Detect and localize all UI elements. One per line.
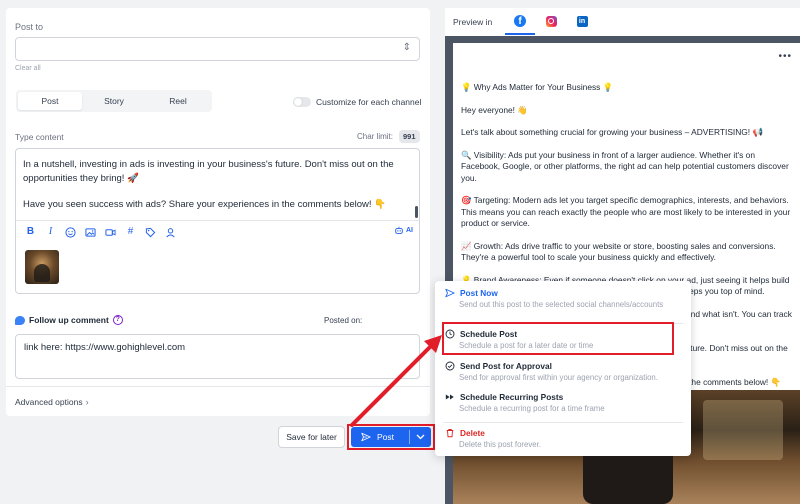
bold-icon[interactable]: B bbox=[25, 227, 36, 238]
editor-paragraph: Have you seen success with ads? Share yo… bbox=[23, 199, 386, 210]
menu-title: Delete bbox=[460, 428, 485, 438]
clear-all-link[interactable]: Clear all bbox=[15, 65, 41, 72]
menu-description: Send out this post to the selected socia… bbox=[459, 300, 664, 309]
customize-toggle[interactable] bbox=[293, 97, 311, 107]
chevron-right-icon: › bbox=[85, 397, 89, 407]
image-icon[interactable] bbox=[85, 227, 96, 238]
preview-paragraph: Let's talk about something crucial for g… bbox=[461, 127, 763, 137]
advanced-options-label: Advanced options bbox=[15, 397, 83, 407]
post-to-select[interactable]: ⇕ bbox=[15, 37, 420, 61]
italic-icon[interactable]: I bbox=[45, 227, 56, 238]
menu-description: Delete this post forever. bbox=[459, 440, 541, 449]
hashtag-icon[interactable]: # bbox=[125, 227, 136, 238]
preview-header: Preview in f in bbox=[445, 8, 800, 36]
chevron-down-icon[interactable] bbox=[410, 434, 431, 440]
follow-up-label: Follow up comment bbox=[29, 315, 109, 325]
post-type-tabs: Post Story Reel bbox=[16, 90, 212, 112]
editor-toolbar: B I # bbox=[25, 225, 176, 239]
type-content-label: Type content bbox=[15, 132, 64, 142]
active-tab-underline bbox=[505, 33, 535, 35]
char-limit-label: Char limit: bbox=[357, 132, 394, 141]
preview-in-label: Preview in bbox=[453, 17, 493, 27]
preview-tab-instagram[interactable] bbox=[543, 13, 559, 29]
editor-scrollbar[interactable] bbox=[415, 206, 418, 218]
preview-paragraph: 🔍 Visibility: Ads put your business in f… bbox=[461, 149, 789, 183]
image-window bbox=[703, 400, 783, 460]
advanced-options-toggle[interactable]: Advanced options › bbox=[15, 397, 89, 407]
tab-post[interactable]: Post bbox=[18, 92, 82, 110]
compose-panel: Post to ⇕ Clear all Post Story Reel Cust… bbox=[6, 8, 430, 416]
customize-label: Customize for each channel bbox=[316, 97, 422, 107]
video-icon[interactable] bbox=[105, 227, 116, 238]
save-for-later-button[interactable]: Save for later bbox=[278, 426, 345, 448]
editor-divider bbox=[16, 220, 419, 221]
toggle-knob bbox=[294, 98, 302, 106]
post-main-button[interactable]: Post bbox=[351, 427, 409, 447]
comment-text: link here: https://www.gohighlevel.com bbox=[24, 342, 186, 353]
preview-paragraph: 🎯 Targeting: Modern ads let you target s… bbox=[461, 195, 791, 228]
menu-item-delete[interactable]: Delete Delete this post forever. bbox=[445, 428, 670, 450]
follow-up-comment-input[interactable]: link here: https://www.gohighlevel.com bbox=[15, 334, 420, 379]
menu-title: Send Post for Approval bbox=[460, 361, 552, 371]
menu-item-post-now[interactable]: Post Now Send out this post to the selec… bbox=[445, 288, 670, 310]
more-options-icon[interactable]: ••• bbox=[778, 52, 792, 62]
menu-item-send-for-approval[interactable]: Send Post for Approval Send for approval… bbox=[445, 361, 670, 383]
preview-paragraph: 💡 Why Ads Matter for Your Business 💡 bbox=[461, 82, 614, 92]
posted-on-label: Posted on: bbox=[324, 316, 363, 325]
ai-label: AI bbox=[406, 227, 413, 234]
facebook-icon: f bbox=[514, 15, 526, 27]
content-editor[interactable]: In a nutshell, investing in ads is inves… bbox=[15, 148, 420, 294]
preview-tab-facebook[interactable]: f bbox=[512, 13, 528, 29]
ai-assist-button[interactable]: AI bbox=[394, 226, 413, 235]
follow-up-comment-header: Follow up comment ? bbox=[15, 315, 123, 325]
send-icon bbox=[445, 288, 455, 298]
menu-description: Schedule a recurring post for a time fra… bbox=[459, 404, 605, 413]
tag-icon[interactable] bbox=[145, 227, 156, 238]
chevron-updown-icon: ⇕ bbox=[402, 42, 411, 53]
help-icon[interactable]: ? bbox=[112, 315, 123, 325]
menu-item-schedule-recurring[interactable]: Schedule Recurring Posts Schedule a recu… bbox=[445, 392, 670, 414]
panel-divider bbox=[6, 386, 430, 387]
linkedin-icon: in bbox=[576, 15, 588, 27]
emoji-icon[interactable] bbox=[65, 226, 76, 238]
preview-paragraph: Hey everyone! 👋 bbox=[461, 104, 528, 115]
mention-icon[interactable] bbox=[165, 227, 176, 238]
trash-icon bbox=[445, 428, 455, 438]
editor-text[interactable]: In a nutshell, investing in ads is inves… bbox=[23, 158, 403, 224]
preview-tab-linkedin[interactable]: in bbox=[574, 13, 590, 29]
menu-description: Send for approval first within your agen… bbox=[459, 373, 658, 382]
preview-paragraph: 📈 Growth: Ads drive traffic to your webs… bbox=[461, 240, 776, 263]
schedule-post-highlight bbox=[442, 322, 674, 355]
robot-icon bbox=[395, 226, 403, 234]
tab-story[interactable]: Story bbox=[82, 92, 146, 110]
instagram-icon bbox=[545, 15, 557, 27]
char-limit-badge: 991 bbox=[399, 130, 420, 143]
media-thumbnail[interactable] bbox=[25, 250, 59, 284]
post-label: Post bbox=[377, 432, 395, 442]
menu-divider bbox=[443, 422, 683, 423]
menu-title: Post Now bbox=[460, 288, 498, 298]
post-button[interactable]: Post bbox=[351, 427, 431, 447]
editor-paragraph: In a nutshell, investing in ads is inves… bbox=[23, 159, 394, 184]
menu-title: Schedule Recurring Posts bbox=[460, 392, 564, 402]
chat-icon bbox=[15, 315, 25, 325]
post-to-label: Post to bbox=[15, 22, 44, 32]
post-options-menu: Post Now Send out this post to the selec… bbox=[435, 281, 691, 456]
thumbnail-figure bbox=[34, 264, 50, 282]
tab-reel[interactable]: Reel bbox=[146, 92, 210, 110]
check-circle-icon bbox=[445, 361, 455, 371]
fast-forward-icon bbox=[445, 392, 455, 402]
send-icon bbox=[361, 432, 371, 442]
